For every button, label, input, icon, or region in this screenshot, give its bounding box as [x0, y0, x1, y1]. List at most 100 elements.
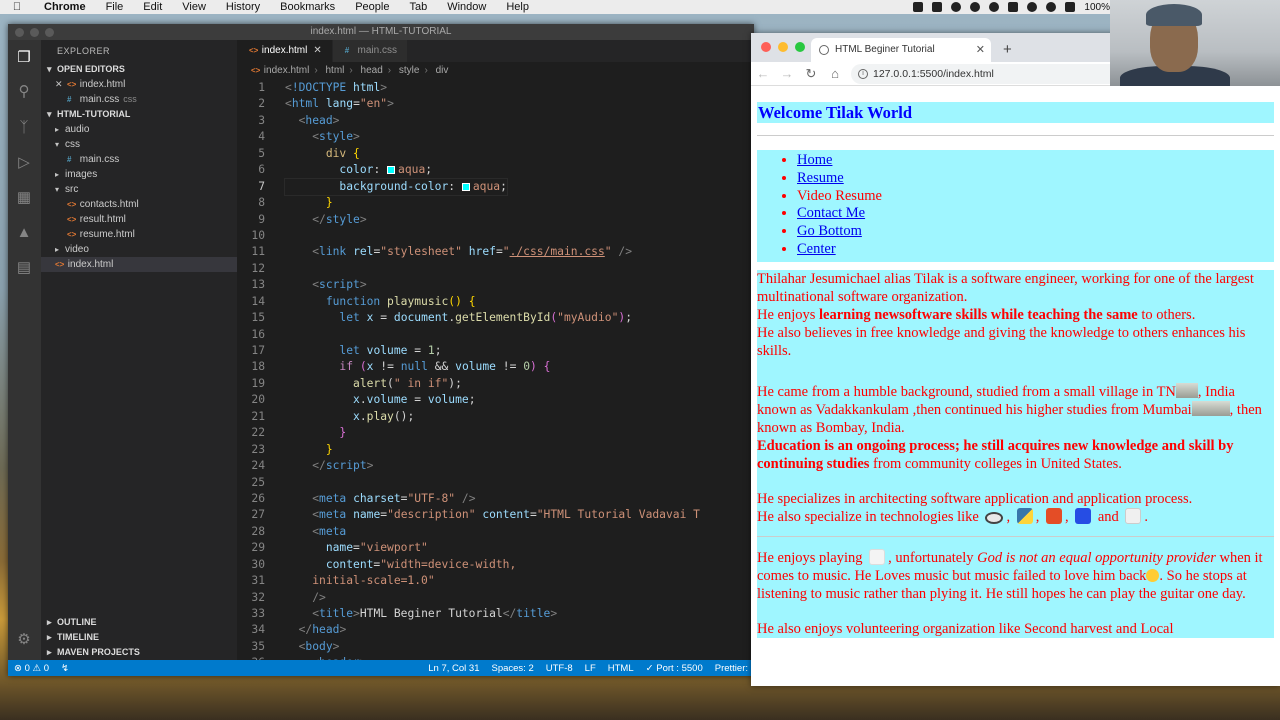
menu-people[interactable]: People — [345, 1, 399, 13]
lock-icon[interactable] — [1008, 2, 1019, 12]
code-line[interactable]: 30 content="width=device-width, — [237, 557, 754, 573]
battery-percentage[interactable]: 100% — [1084, 2, 1110, 13]
menu-view[interactable]: View — [172, 1, 216, 13]
tree-folder[interactable]: ▸ video — [41, 242, 237, 257]
code-line[interactable]: 33 <title>HTML Beginer Tutorial</title> — [237, 606, 754, 622]
extensions-icon[interactable]: ▦ — [14, 188, 34, 208]
code-line[interactable]: 17 let volume = 1; — [237, 343, 754, 359]
code-line[interactable]: 16 — [237, 327, 754, 343]
code-line[interactable]: 23 } — [237, 442, 754, 458]
code-line[interactable]: 29 name="viewport" — [237, 540, 754, 556]
reload-icon[interactable]: ↻ — [799, 66, 823, 82]
bolt-icon[interactable] — [970, 2, 981, 12]
code-editor[interactable]: 1 <!DOCTYPE html> 2 <html lang="en"> 3 <head… — [237, 80, 754, 660]
project-section[interactable]: ▾ HTML-TUTORIAL — [41, 107, 237, 122]
menu-window[interactable]: Window — [437, 1, 496, 13]
search-icon[interactable]: ⚲ — [14, 82, 34, 102]
code-line[interactable]: 11 <link rel="stylesheet" href="./css/ma… — [237, 244, 754, 260]
code-line[interactable]: 31 initial-scale=1.0" — [237, 573, 754, 589]
code-line[interactable]: 5 div { — [237, 146, 754, 162]
menu-file[interactable]: File — [96, 1, 134, 13]
code-line[interactable]: 19 alert(" in if"); — [237, 376, 754, 392]
tree-folder[interactable]: ▸ audio — [41, 122, 237, 137]
code-line[interactable]: 7 background-color: aqua; — [237, 177, 754, 197]
encoding[interactable]: UTF-8 — [540, 663, 579, 674]
tree-file[interactable]: <> index.html — [41, 257, 237, 272]
code-line[interactable]: 10 — [237, 228, 754, 244]
code-line[interactable]: 12 — [237, 261, 754, 277]
gear-icon[interactable]: ⚙ — [14, 630, 34, 650]
nav-item-center[interactable]: Center — [797, 241, 1274, 259]
code-line[interactable]: 9 </style> — [237, 212, 754, 228]
breadcrumb-item[interactable]: div — [436, 65, 449, 76]
nav-link[interactable]: Resume — [797, 170, 844, 186]
tree-folder[interactable]: ▾ css — [41, 137, 237, 152]
problems-indicator[interactable]: ⊗ 0 ⚠ 0 — [8, 663, 55, 674]
code-line[interactable]: 24 </script> — [237, 458, 754, 474]
menu-help[interactable]: Help — [496, 1, 539, 13]
skype-icon[interactable] — [989, 2, 1000, 12]
code-line[interactable]: 18 if (x != null && volume != 0) { — [237, 359, 754, 375]
menu-tab[interactable]: Tab — [399, 1, 437, 13]
breadcrumb-item[interactable]: style — [399, 65, 420, 76]
code-line[interactable]: 14 function playmusic() { — [237, 294, 754, 310]
end-of-line[interactable]: LF — [579, 663, 602, 674]
back-icon[interactable]: ← — [751, 66, 775, 81]
code-line[interactable]: 15 let x = document.getElementById("myAu… — [237, 310, 754, 326]
language-mode[interactable]: HTML — [602, 663, 640, 674]
source-control-icon[interactable]: ᛉ — [14, 118, 34, 138]
code-line[interactable]: 2 <html lang="en"> — [237, 96, 754, 112]
close-tab-icon[interactable]: ✕ — [976, 38, 985, 62]
maven-projects-section[interactable]: ▸ MAVEN PROJECTS — [41, 645, 237, 660]
code-line[interactable]: 21 x.play(); — [237, 409, 754, 425]
browser-tab[interactable]: HTML Beginer Tutorial ✕ — [811, 38, 991, 62]
close-tab-icon[interactable]: ✕ — [313, 45, 321, 56]
nav-item-contact-me[interactable]: Contact Me — [797, 205, 1274, 223]
apple-icon[interactable]:  — [0, 1, 34, 13]
menu-edit[interactable]: Edit — [133, 1, 172, 13]
tree-file[interactable]: <> contacts.html — [41, 197, 237, 212]
forward-icon[interactable]: → — [775, 66, 799, 81]
zoom-window-button[interactable] — [795, 42, 805, 52]
code-line[interactable]: 27 <meta name="description" content="HTM… — [237, 507, 754, 523]
nav-link[interactable]: Center — [797, 241, 836, 257]
code-line[interactable]: 20 x.volume = volume; — [237, 392, 754, 408]
camera-icon[interactable] — [913, 2, 924, 12]
code-line[interactable]: 22 } — [237, 425, 754, 441]
lightning-icon[interactable]: ↯ — [55, 663, 75, 674]
nav-item-go-bottom[interactable]: Go Bottom — [797, 223, 1274, 241]
menu-history[interactable]: History — [216, 1, 270, 13]
tree-file[interactable]: <> resume.html — [41, 227, 237, 242]
test-flask-icon[interactable]: ▲ — [14, 223, 34, 243]
explorer-icon[interactable]: ❐ — [14, 48, 34, 68]
menu-app-name[interactable]: Chrome — [34, 1, 96, 13]
code-line[interactable]: 6 color: aqua; — [237, 162, 754, 178]
tab-main-css[interactable]: # main.css — [332, 40, 408, 62]
code-line[interactable]: 35 <body> — [237, 639, 754, 655]
bluetooth-icon[interactable] — [1027, 2, 1038, 12]
nav-link[interactable]: Contact Me — [797, 205, 865, 221]
code-line[interactable]: 34 </head> — [237, 622, 754, 638]
info-icon[interactable]: i — [858, 68, 868, 79]
remote-explorer-icon[interactable]: ▤ — [14, 258, 34, 278]
code-line[interactable]: 26 <meta charset="UTF-8" /> — [237, 491, 754, 507]
menu-bookmarks[interactable]: Bookmarks — [270, 1, 345, 13]
x-app-icon[interactable] — [951, 2, 962, 12]
tree-folder[interactable]: ▸ images — [41, 167, 237, 182]
tree-file[interactable]: # main.css — [41, 152, 237, 167]
wifi-icon[interactable] — [1046, 2, 1057, 12]
code-line[interactable]: 8 } — [237, 195, 754, 211]
nav-link[interactable]: Go Bottom — [797, 223, 862, 239]
code-line[interactable]: 32 /> — [237, 590, 754, 606]
code-line[interactable]: 13 <script> — [237, 277, 754, 293]
open-editor-item[interactable]: # main.css css — [41, 92, 237, 107]
volume-icon[interactable] — [1065, 2, 1076, 12]
close-window-button[interactable] — [761, 42, 771, 52]
indentation[interactable]: Spaces: 2 — [486, 663, 540, 674]
breadcrumb-item[interactable]: head — [361, 65, 383, 76]
live-server-port[interactable]: ✓ Port : 5500 — [640, 663, 709, 674]
outline-section[interactable]: ▸ OUTLINE — [41, 615, 237, 630]
close-icon[interactable]: ✕ — [55, 77, 67, 92]
code-line[interactable]: 25 — [237, 475, 754, 491]
code-line[interactable]: 28 <meta — [237, 524, 754, 540]
